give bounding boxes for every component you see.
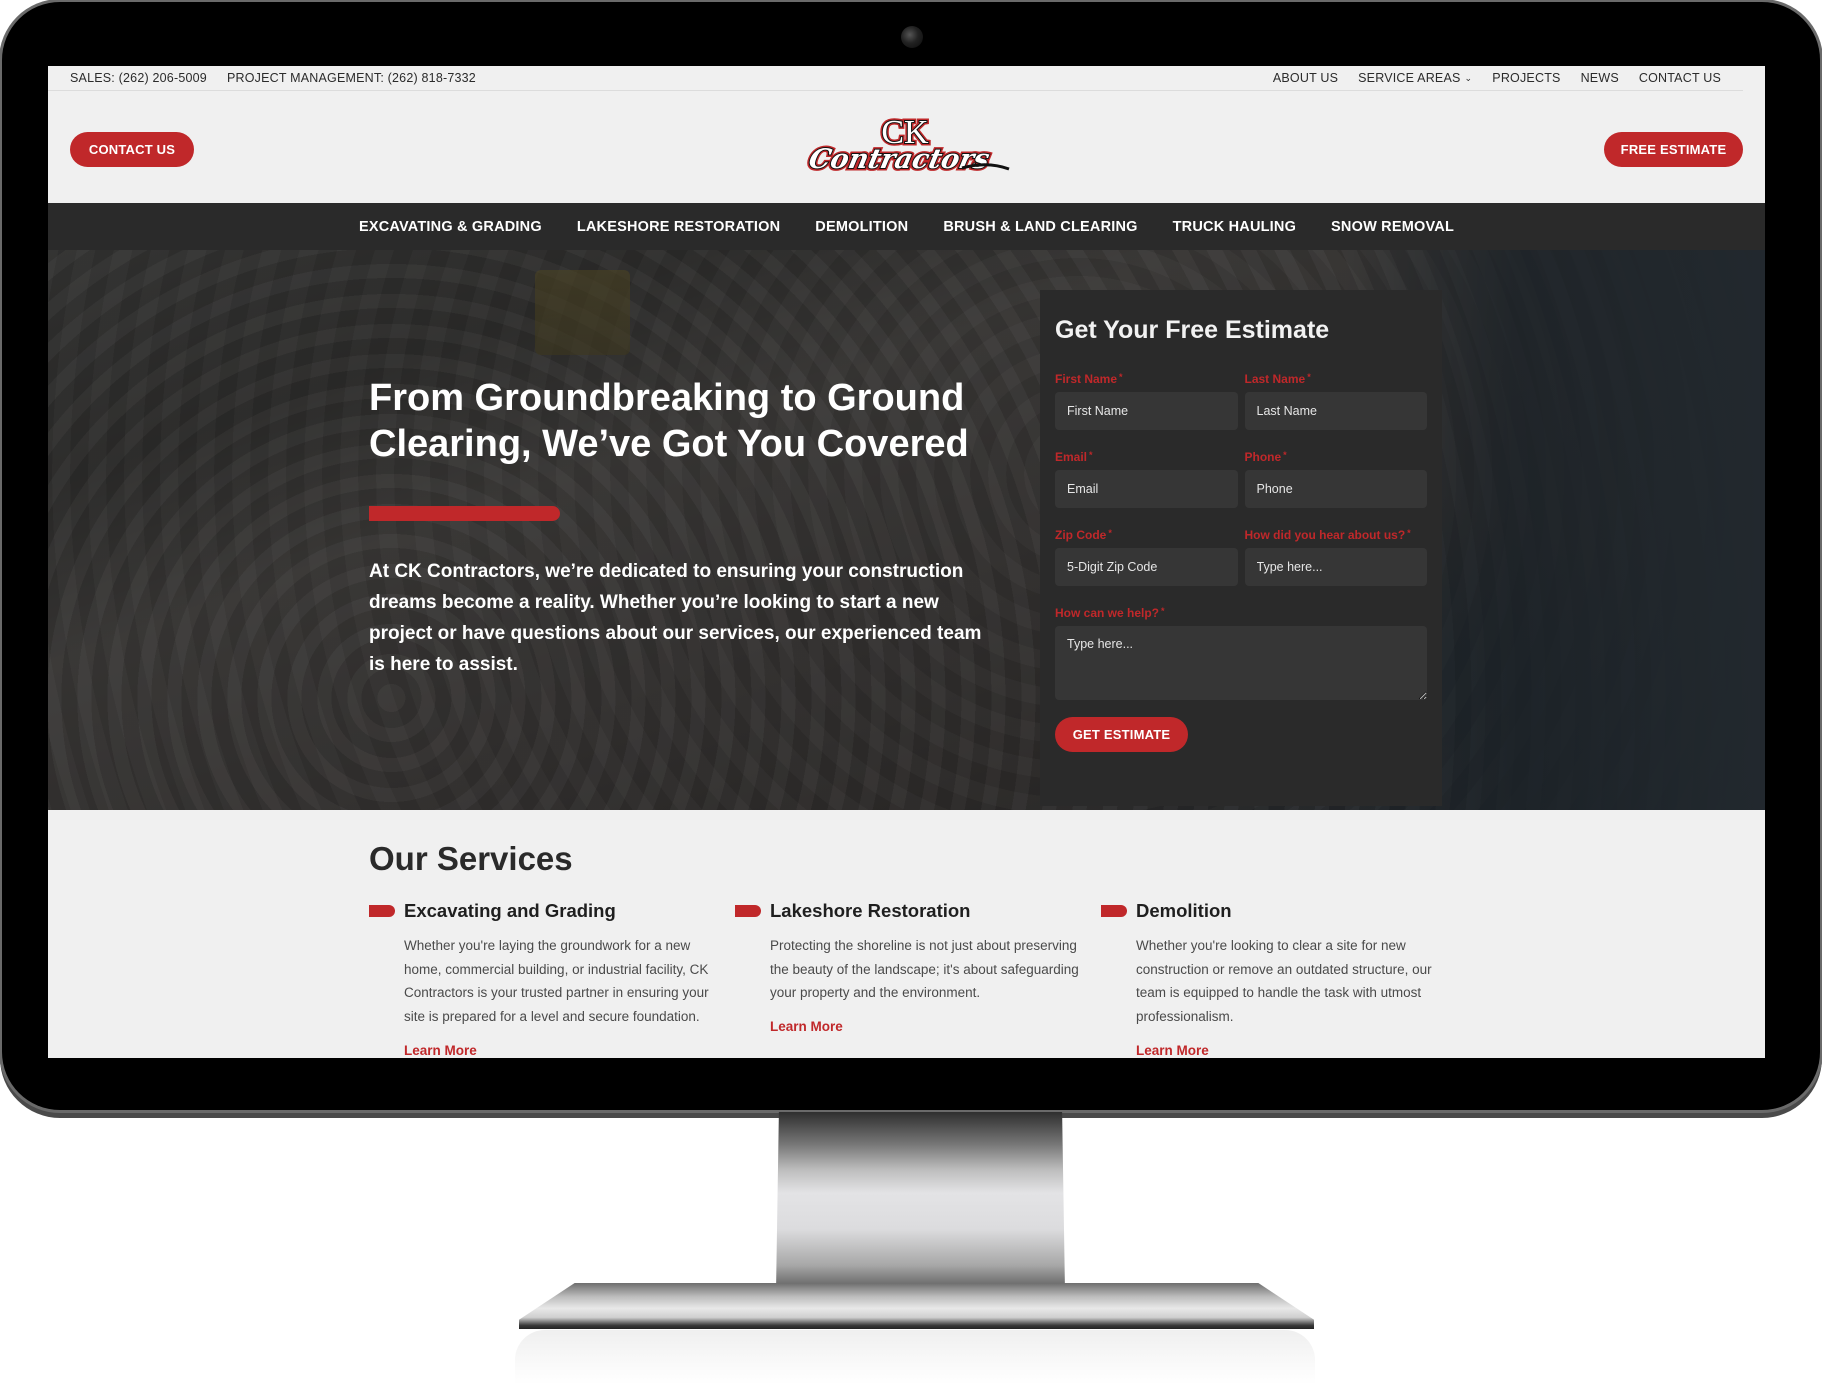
nav-lakeshore-restoration[interactable]: LAKESHORE RESTORATION [577, 219, 780, 235]
top-nav-news[interactable]: NEWS [1581, 71, 1619, 85]
website-screen: SALES: (262) 206-5009 PROJECT MANAGEMENT… [48, 66, 1765, 1058]
email-label: Email * [1055, 450, 1238, 464]
top-nav: ABOUT US SERVICE AREAS ⌄ PROJECTS NEWS CO… [1273, 71, 1721, 85]
service-description: Whether you're looking to clear a site f… [1136, 938, 1432, 1025]
service-title: Demolition [1136, 900, 1232, 921]
service-marker-icon [369, 905, 395, 917]
email-label-text: Email [1055, 450, 1088, 464]
phone-label: Phone * [1245, 450, 1428, 464]
learn-more-link[interactable]: Learn More [404, 1043, 735, 1058]
zip-code-label: Zip Code * [1055, 528, 1238, 542]
first-name-label-text: First Name [1055, 372, 1118, 386]
required-mark: * [1283, 450, 1287, 460]
hero-description: At CK Contractors, we’re dedicated to en… [369, 561, 982, 675]
top-nav-projects[interactable]: PROJECTS [1492, 71, 1560, 85]
service-card: Demolition Whether you're looking to cle… [1101, 900, 1467, 1058]
email-input[interactable] [1055, 470, 1238, 508]
nav-snow-removal[interactable]: SNOW REMOVAL [1331, 219, 1454, 235]
free-estimate-button[interactable]: FREE ESTIMATE [1604, 132, 1743, 167]
sales-phone-link[interactable]: SALES: (262) 206-5009 [70, 71, 207, 85]
ck-contractors-logo[interactable]: CK CK Contractors Contractors [797, 113, 1013, 177]
services-title: Our Services [369, 840, 573, 877]
required-mark: * [1407, 528, 1411, 538]
form-title: Get Your Free Estimate [1055, 316, 1330, 344]
last-name-input[interactable] [1244, 392, 1427, 430]
service-card: Lakeshore Restoration Protecting the sho… [735, 900, 1101, 1058]
contact-us-button[interactable]: CONTACT US [70, 132, 194, 167]
help-label: How can we help? * [1055, 606, 1427, 620]
phone-input[interactable] [1244, 470, 1427, 508]
help-textarea[interactable] [1055, 626, 1427, 700]
service-marker-icon [1101, 905, 1127, 917]
service-description: Protecting the shoreline is not just abo… [770, 938, 1079, 1001]
first-name-input[interactable] [1055, 392, 1238, 430]
hero-section: From Groundbreaking to Ground Clearing, … [48, 250, 1765, 810]
service-card: Excavating and Grading Whether you're la… [369, 900, 735, 1058]
required-mark: * [1108, 528, 1112, 538]
service-title: Excavating and Grading [404, 900, 616, 921]
referral-input[interactable] [1244, 548, 1427, 586]
service-title: Lakeshore Restoration [770, 900, 971, 921]
phone-label-text: Phone [1244, 450, 1282, 464]
top-nav-service-areas-label: SERVICE AREAS [1358, 71, 1461, 85]
chevron-down-icon: ⌄ [1464, 73, 1473, 83]
required-mark: * [1161, 606, 1165, 616]
required-mark: * [1119, 372, 1123, 382]
zip-code-input[interactable] [1055, 548, 1238, 586]
referral-label-text: How did you hear about us? [1244, 528, 1406, 542]
site-header: CONTACT US CK CK Contractors Contractors… [48, 91, 1765, 203]
zip-code-label-text: Zip Code [1055, 528, 1107, 542]
first-name-label: First Name * [1055, 372, 1238, 386]
monitor-stand-reflection [515, 1330, 1315, 1385]
last-name-label: Last Name * [1245, 372, 1428, 386]
service-description: Whether you're laying the groundwork for… [404, 938, 709, 1025]
required-mark: * [1089, 450, 1093, 460]
learn-more-link[interactable]: Learn More [1136, 1043, 1467, 1058]
top-nav-service-areas[interactable]: SERVICE AREAS ⌄ [1358, 71, 1472, 85]
camera-icon [901, 26, 923, 48]
contact-numbers: SALES: (262) 206-5009 PROJECT MANAGEMENT… [70, 71, 476, 85]
learn-more-link[interactable]: Learn More [770, 1019, 1101, 1034]
help-label-text: How can we help? [1055, 606, 1160, 620]
hero-content: From Groundbreaking to Ground Clearing, … [369, 375, 1009, 680]
required-mark: * [1307, 372, 1311, 382]
hero-accent-bar [369, 506, 560, 521]
services-nav: EXCAVATING & GRADING LAKESHORE RESTORATI… [48, 203, 1765, 250]
nav-brush-land-clearing[interactable]: BRUSH & LAND CLEARING [943, 219, 1137, 235]
top-bar: SALES: (262) 206-5009 PROJECT MANAGEMENT… [48, 66, 1743, 91]
hero-title: From Groundbreaking to Ground Clearing, … [369, 377, 969, 465]
top-nav-about-us[interactable]: ABOUT US [1273, 71, 1338, 85]
project-management-phone-link[interactable]: PROJECT MANAGEMENT: (262) 818-7332 [227, 71, 476, 85]
services-section: Our Services Excavating and Grading Whet… [48, 810, 1765, 1058]
nav-excavating-grading[interactable]: EXCAVATING & GRADING [359, 219, 542, 235]
service-marker-icon [735, 905, 761, 917]
logo-contractors-text: Contractors [806, 143, 992, 175]
services-grid: Excavating and Grading Whether you're la… [369, 900, 1765, 1058]
top-nav-contact-us[interactable]: CONTACT US [1639, 71, 1721, 85]
referral-label: How did you hear about us? * [1245, 528, 1428, 542]
monitor-stand-base [519, 1283, 1314, 1329]
estimate-form: Get Your Free Estimate First Name* Last … [1040, 290, 1442, 806]
get-estimate-button[interactable]: GET ESTIMATE [1055, 717, 1188, 752]
nav-demolition[interactable]: DEMOLITION [815, 219, 908, 235]
nav-truck-hauling[interactable]: TRUCK HAULING [1173, 219, 1296, 235]
last-name-label-text: Last Name [1244, 372, 1306, 386]
monitor-stand-neck [776, 1112, 1065, 1292]
